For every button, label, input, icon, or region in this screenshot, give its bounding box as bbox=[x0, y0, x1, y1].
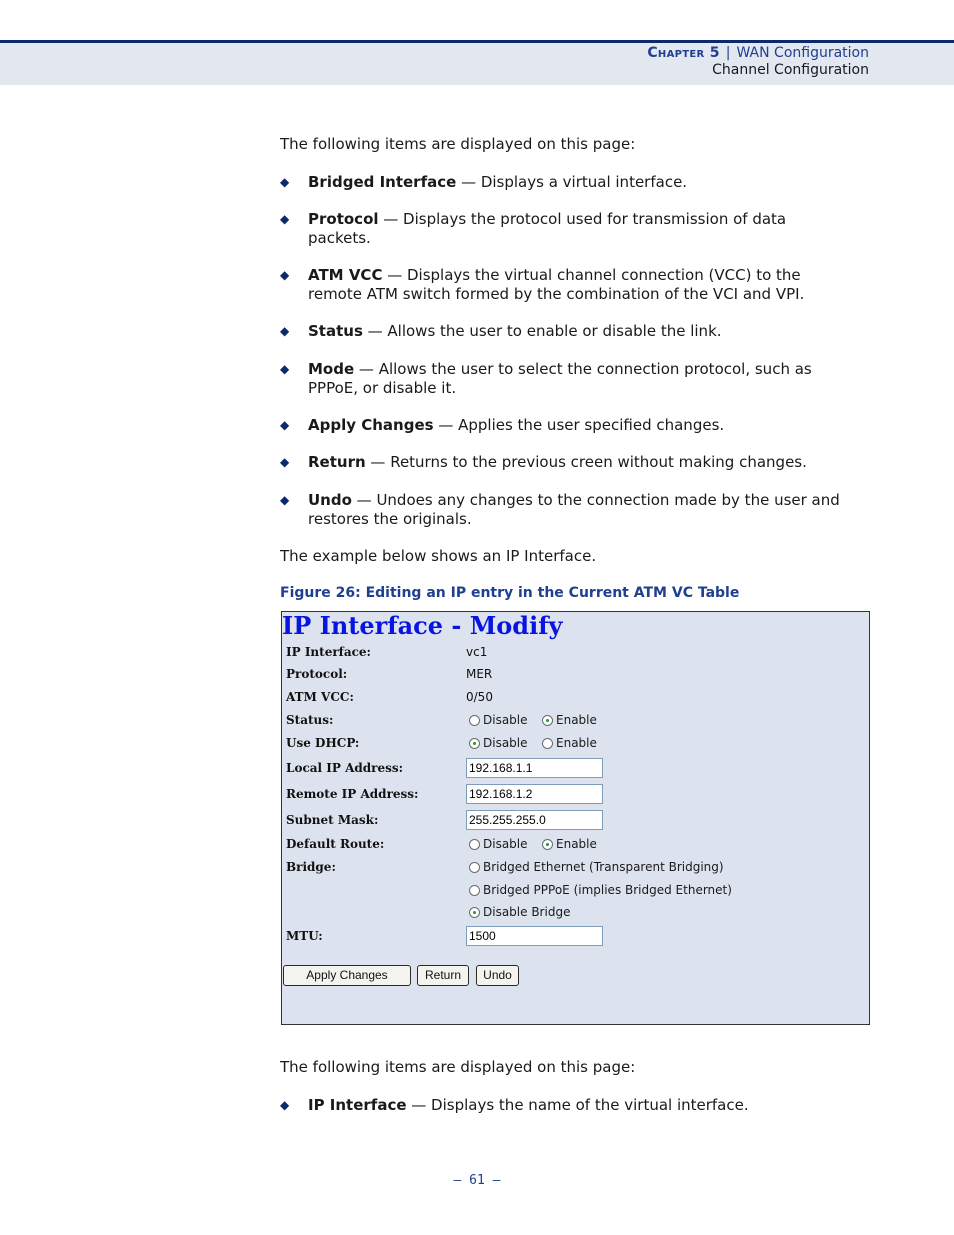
status-enable-radio[interactable]: Enable bbox=[542, 713, 597, 727]
bullet-desc: — Displays the protocol used for transmi… bbox=[308, 210, 787, 247]
status-disable-radio[interactable]: Disable bbox=[469, 713, 528, 727]
remote-ip-label: Remote IP Address: bbox=[286, 787, 419, 801]
radio-selected-icon[interactable] bbox=[469, 907, 480, 918]
apply-changes-button[interactable]: Apply Changes bbox=[283, 965, 411, 986]
bullet-desc: — Allows the user to select the connecti… bbox=[308, 360, 812, 397]
intro-paragraph: The following items are displayed on thi… bbox=[280, 135, 636, 153]
radio-icon[interactable] bbox=[542, 738, 553, 749]
diamond-bullet-icon: ◆ bbox=[280, 362, 290, 376]
radio-icon[interactable] bbox=[469, 839, 480, 850]
diamond-bullet-icon: ◆ bbox=[280, 493, 290, 507]
diamond-bullet-icon: ◆ bbox=[280, 212, 290, 226]
protocol-value: MER bbox=[466, 667, 493, 681]
local-ip-label: Local IP Address: bbox=[286, 761, 404, 775]
ip-interface-label: IP Interface: bbox=[286, 645, 371, 659]
bullet-term: Return bbox=[308, 453, 366, 471]
diamond-bullet-icon: ◆ bbox=[280, 418, 290, 432]
disable-bridge-radio[interactable]: Disable Bridge bbox=[469, 905, 570, 919]
radio-label: Disable bbox=[483, 736, 528, 750]
radio-label: Disable Bridge bbox=[483, 905, 571, 919]
radio-icon[interactable] bbox=[469, 862, 480, 873]
default-route-disable-radio[interactable]: Disable bbox=[469, 837, 528, 851]
undo-button[interactable]: Undo bbox=[476, 965, 519, 986]
radio-label: Enable bbox=[556, 713, 597, 727]
default-route-enable-radio[interactable]: Enable bbox=[542, 837, 597, 851]
bullet-term: Undo bbox=[308, 491, 352, 509]
chapter-label: Chapter 5 bbox=[647, 45, 720, 61]
running-header: Chapter 5 | WAN Configuration Channel Conf… bbox=[647, 45, 869, 79]
radio-label: Disable bbox=[483, 713, 528, 727]
bullet-term: IP Interface bbox=[308, 1096, 407, 1114]
bullet-term: Status bbox=[308, 322, 363, 340]
diamond-bullet-icon: ◆ bbox=[280, 268, 290, 282]
bullet-term: Mode bbox=[308, 360, 355, 378]
subnet-mask-input[interactable]: 255.255.255.0 bbox=[466, 810, 603, 830]
return-button[interactable]: Return bbox=[417, 965, 469, 986]
page-number: – 61 – bbox=[453, 1173, 501, 1188]
radio-icon[interactable] bbox=[469, 885, 480, 896]
radio-selected-icon[interactable] bbox=[542, 715, 553, 726]
radio-label: Bridged Ethernet (Transparent Bridging) bbox=[483, 860, 724, 874]
radio-icon[interactable] bbox=[469, 715, 480, 726]
radio-label: Bridged PPPoE (implies Bridged Ethernet) bbox=[483, 883, 732, 897]
radio-label: Disable bbox=[483, 837, 528, 851]
figure-caption: Figure 26: Editing an IP entry in the Cu… bbox=[280, 585, 740, 601]
ip-interface-modify-screenshot: IP Interface - Modify IP Interface: vc1 … bbox=[281, 611, 870, 1025]
header-separator: | bbox=[725, 45, 731, 61]
bullet-term: Bridged Interface bbox=[308, 173, 457, 191]
status-label: Status: bbox=[286, 713, 334, 727]
bullet-term: Apply Changes bbox=[308, 416, 434, 434]
subnet-mask-label: Subnet Mask: bbox=[286, 813, 379, 827]
bullet-desc: — Returns to the previous creen without … bbox=[365, 453, 807, 471]
chapter-title: WAN Configuration bbox=[736, 45, 869, 61]
ip-interface-value: vc1 bbox=[466, 645, 488, 659]
remote-ip-input[interactable]: 192.168.1.2 bbox=[466, 784, 603, 804]
atm-vcc-label: ATM VCC: bbox=[286, 690, 354, 704]
bullet-desc: — Displays the virtual channel connectio… bbox=[308, 266, 805, 303]
bridge-pppoe-radio[interactable]: Bridged PPPoE (implies Bridged Ethernet) bbox=[469, 883, 732, 897]
default-route-label: Default Route: bbox=[286, 837, 385, 851]
bridge-ethernet-radio[interactable]: Bridged Ethernet (Transparent Bridging) bbox=[469, 860, 724, 874]
bullet-desc: — Allows the user to enable or disable t… bbox=[362, 322, 722, 340]
dhcp-disable-radio[interactable]: Disable bbox=[469, 736, 528, 750]
example-paragraph: The example below shows an IP Interface. bbox=[280, 547, 597, 565]
protocol-label: Protocol: bbox=[286, 667, 348, 681]
use-dhcp-label: Use DHCP: bbox=[286, 736, 360, 750]
intro-paragraph-2: The following items are displayed on thi… bbox=[280, 1058, 636, 1076]
diamond-bullet-icon: ◆ bbox=[280, 455, 290, 469]
diamond-bullet-icon: ◆ bbox=[280, 175, 290, 189]
bullet-desc: — Displays a virtual interface. bbox=[456, 173, 688, 191]
local-ip-input[interactable]: 192.168.1.1 bbox=[466, 758, 603, 778]
bullet-desc: — Displays the name of the virtual inter… bbox=[406, 1096, 749, 1114]
form-title: IP Interface - Modify bbox=[282, 611, 563, 640]
diamond-bullet-icon: ◆ bbox=[280, 324, 290, 338]
radio-label: Enable bbox=[556, 837, 597, 851]
bridge-label: Bridge: bbox=[286, 860, 336, 874]
section-title: Channel Configuration bbox=[712, 62, 869, 78]
radio-selected-icon[interactable] bbox=[542, 839, 553, 850]
diamond-bullet-icon: ◆ bbox=[280, 1098, 290, 1112]
bullet-term: ATM VCC bbox=[308, 266, 383, 284]
radio-selected-icon[interactable] bbox=[469, 738, 480, 749]
radio-label: Enable bbox=[556, 736, 597, 750]
bullet-desc: — Undoes any changes to the connection m… bbox=[308, 491, 840, 528]
bullet-term: Protocol bbox=[308, 210, 379, 228]
dhcp-enable-radio[interactable]: Enable bbox=[542, 736, 597, 750]
mtu-input[interactable]: 1500 bbox=[466, 926, 603, 946]
bullet-desc: — Applies the user specified changes. bbox=[433, 416, 725, 434]
atm-vcc-value: 0/50 bbox=[466, 690, 493, 704]
mtu-label: MTU: bbox=[286, 929, 323, 943]
